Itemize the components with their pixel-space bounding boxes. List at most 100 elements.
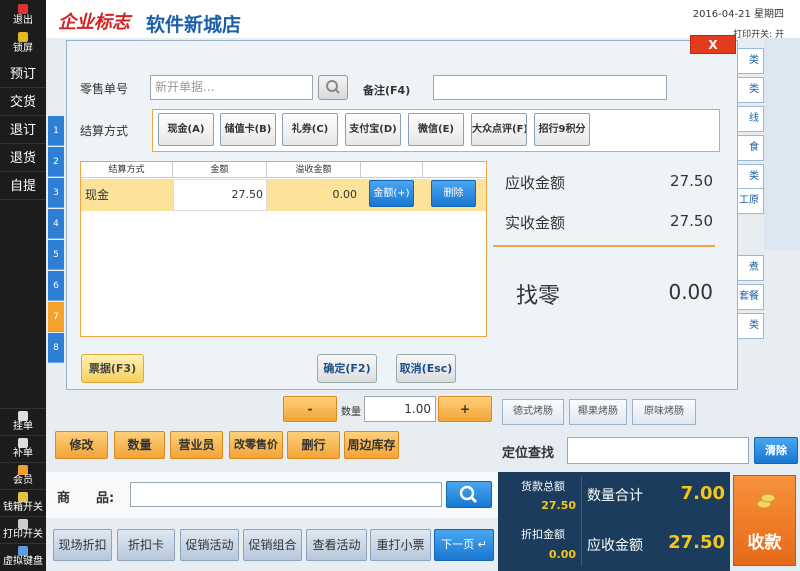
pay-voucher-button[interactable]: 礼券(C): [282, 113, 338, 146]
discount-label: 折扣金额: [521, 528, 565, 541]
goods-total-value: 27.50: [541, 499, 576, 512]
onsite-discount-button[interactable]: 现场折扣: [53, 529, 112, 561]
receivable-total-label: 应收金额: [587, 538, 643, 554]
row-number[interactable]: 2: [48, 147, 64, 177]
row-number[interactable]: 6: [48, 271, 64, 301]
pay-alipay-button[interactable]: 支付宝(D): [345, 113, 401, 146]
row-number[interactable]: 4: [48, 209, 64, 239]
pay-dianping-button[interactable]: 大众点评(F): [471, 113, 527, 146]
search-icon: [459, 485, 478, 504]
order-search-button[interactable]: [318, 75, 348, 100]
lock-button[interactable]: 锁屏: [2, 30, 44, 56]
product-tile[interactable]: 德式烤肠: [502, 399, 564, 425]
column-header: [423, 162, 486, 178]
print-toggle-label: 打印开关: [3, 529, 43, 540]
company-logo: 企业标志: [58, 12, 130, 33]
checkout-button[interactable]: 收款: [733, 475, 796, 566]
member-icon: [18, 465, 28, 475]
pay-cmb-points-button[interactable]: 招行9积分: [534, 113, 590, 146]
qty-input[interactable]: 1.00: [364, 396, 436, 422]
change-price-button[interactable]: 改零售价: [229, 431, 283, 459]
pay-wechat-button[interactable]: 微信(E): [408, 113, 464, 146]
sidebar-item-return[interactable]: 退货: [0, 146, 46, 172]
clear-button[interactable]: 清除: [754, 437, 798, 464]
row-number[interactable]: 5: [48, 240, 64, 270]
receivable-label: 应收金额: [505, 174, 566, 192]
product-tile[interactable]: 原味烤肠: [632, 399, 696, 425]
cash-drawer-button[interactable]: 钱箱开关: [0, 489, 46, 515]
row-number[interactable]: 1: [48, 116, 64, 146]
exit-button[interactable]: 退出: [2, 2, 44, 28]
qty-total-label: 数量合计: [587, 488, 643, 504]
document-icon: [18, 411, 28, 421]
confirm-button[interactable]: 确定(F2): [317, 354, 377, 383]
locate-input[interactable]: [567, 437, 749, 464]
sidebar-item-reserve[interactable]: 预订: [0, 62, 46, 88]
recall-order-label: 补单: [13, 448, 33, 459]
edit-button[interactable]: 修改: [55, 431, 108, 459]
qty-label: 数量: [341, 407, 361, 418]
salesperson-button[interactable]: 营业员: [170, 431, 223, 459]
row-amount[interactable]: 27.50: [173, 179, 264, 211]
discount-card-button[interactable]: 折扣卡: [117, 529, 175, 561]
document-add-icon: [18, 438, 28, 448]
shop-name: 软件新城店: [146, 14, 242, 36]
header: 企业标志 软件新城店 2016-04-21 星期四 打印开关: 开: [46, 0, 800, 40]
product-label: 商 品:: [57, 491, 115, 506]
print-toggle-button[interactable]: 打印开关: [0, 516, 46, 542]
row-amount-button[interactable]: 金额(+): [369, 180, 414, 207]
product-tile[interactable]: 椰果烤肠: [569, 399, 627, 425]
change-value: 0.00: [668, 280, 713, 304]
return-arrow-icon: ↵: [477, 538, 487, 551]
view-activity-button[interactable]: 查看活动: [306, 529, 367, 561]
recall-order-button[interactable]: 补单: [0, 435, 46, 461]
promo-combo-button[interactable]: 促销组合: [243, 529, 302, 561]
lock-label: 锁屏: [13, 43, 33, 54]
row-number[interactable]: 7: [48, 302, 64, 332]
order-number-input[interactable]: 新开单据...: [150, 75, 313, 100]
qty-plus-button[interactable]: +: [438, 396, 492, 422]
close-icon: [18, 4, 28, 14]
delete-row-button[interactable]: 删行: [287, 431, 340, 459]
promotion-button[interactable]: 促销活动: [180, 529, 239, 561]
payment-table: 结算方式 金额 溢收金额 现金 27.50 0.00: [80, 161, 487, 337]
row-delete-button[interactable]: 删除: [431, 180, 476, 207]
product-input[interactable]: [130, 482, 442, 507]
dialog-close-button[interactable]: X: [690, 35, 736, 54]
row-number[interactable]: 8: [48, 333, 64, 363]
column-header: 金额: [173, 162, 267, 178]
row-method: 现金: [85, 188, 110, 202]
exit-label: 退出: [13, 15, 33, 26]
row-number[interactable]: 3: [48, 178, 64, 208]
lock-icon: [18, 32, 28, 42]
quantity-button[interactable]: 数量: [114, 431, 165, 459]
next-page-button[interactable]: 下一页 ↵: [434, 529, 494, 561]
column-header: [361, 162, 423, 178]
checkout-label: 收款: [747, 533, 782, 553]
sidebar-item-deliver[interactable]: 交货: [0, 90, 46, 116]
nearby-stock-button[interactable]: 周边库存: [344, 431, 399, 459]
sidebar-item-cancel-order[interactable]: 退订: [0, 118, 46, 144]
hold-order-button[interactable]: 挂单: [0, 408, 46, 434]
cancel-button[interactable]: 取消(Esc): [396, 354, 456, 383]
next-page-label: 下一页: [441, 538, 475, 551]
remark-label: 备注(F4): [363, 84, 411, 97]
qty-minus-button[interactable]: -: [283, 396, 337, 422]
receivable-value: 27.50: [670, 172, 713, 190]
change-label: 找零: [516, 284, 561, 309]
qty-total-value: 7.00: [680, 483, 725, 504]
receipt-button[interactable]: 票据(F3): [81, 354, 144, 383]
sidebar-item-pickup[interactable]: 自提: [0, 174, 46, 200]
member-button[interactable]: 会员: [0, 462, 46, 488]
reprint-receipt-button[interactable]: 重打小票: [370, 529, 431, 561]
column-header: 溢收金额: [267, 162, 361, 178]
pay-cash-button[interactable]: 现金(A): [158, 113, 214, 146]
product-search-button[interactable]: [446, 481, 492, 508]
received-label: 实收金额: [505, 214, 566, 232]
totals-divider: [581, 476, 582, 566]
remark-input[interactable]: [433, 75, 667, 100]
pay-stored-card-button[interactable]: 储值卡(B): [220, 113, 276, 146]
coins-icon: [756, 493, 776, 509]
virtual-keyboard-button[interactable]: 虚拟键盘: [0, 543, 46, 569]
receivable-total-value: 27.50: [668, 532, 725, 553]
